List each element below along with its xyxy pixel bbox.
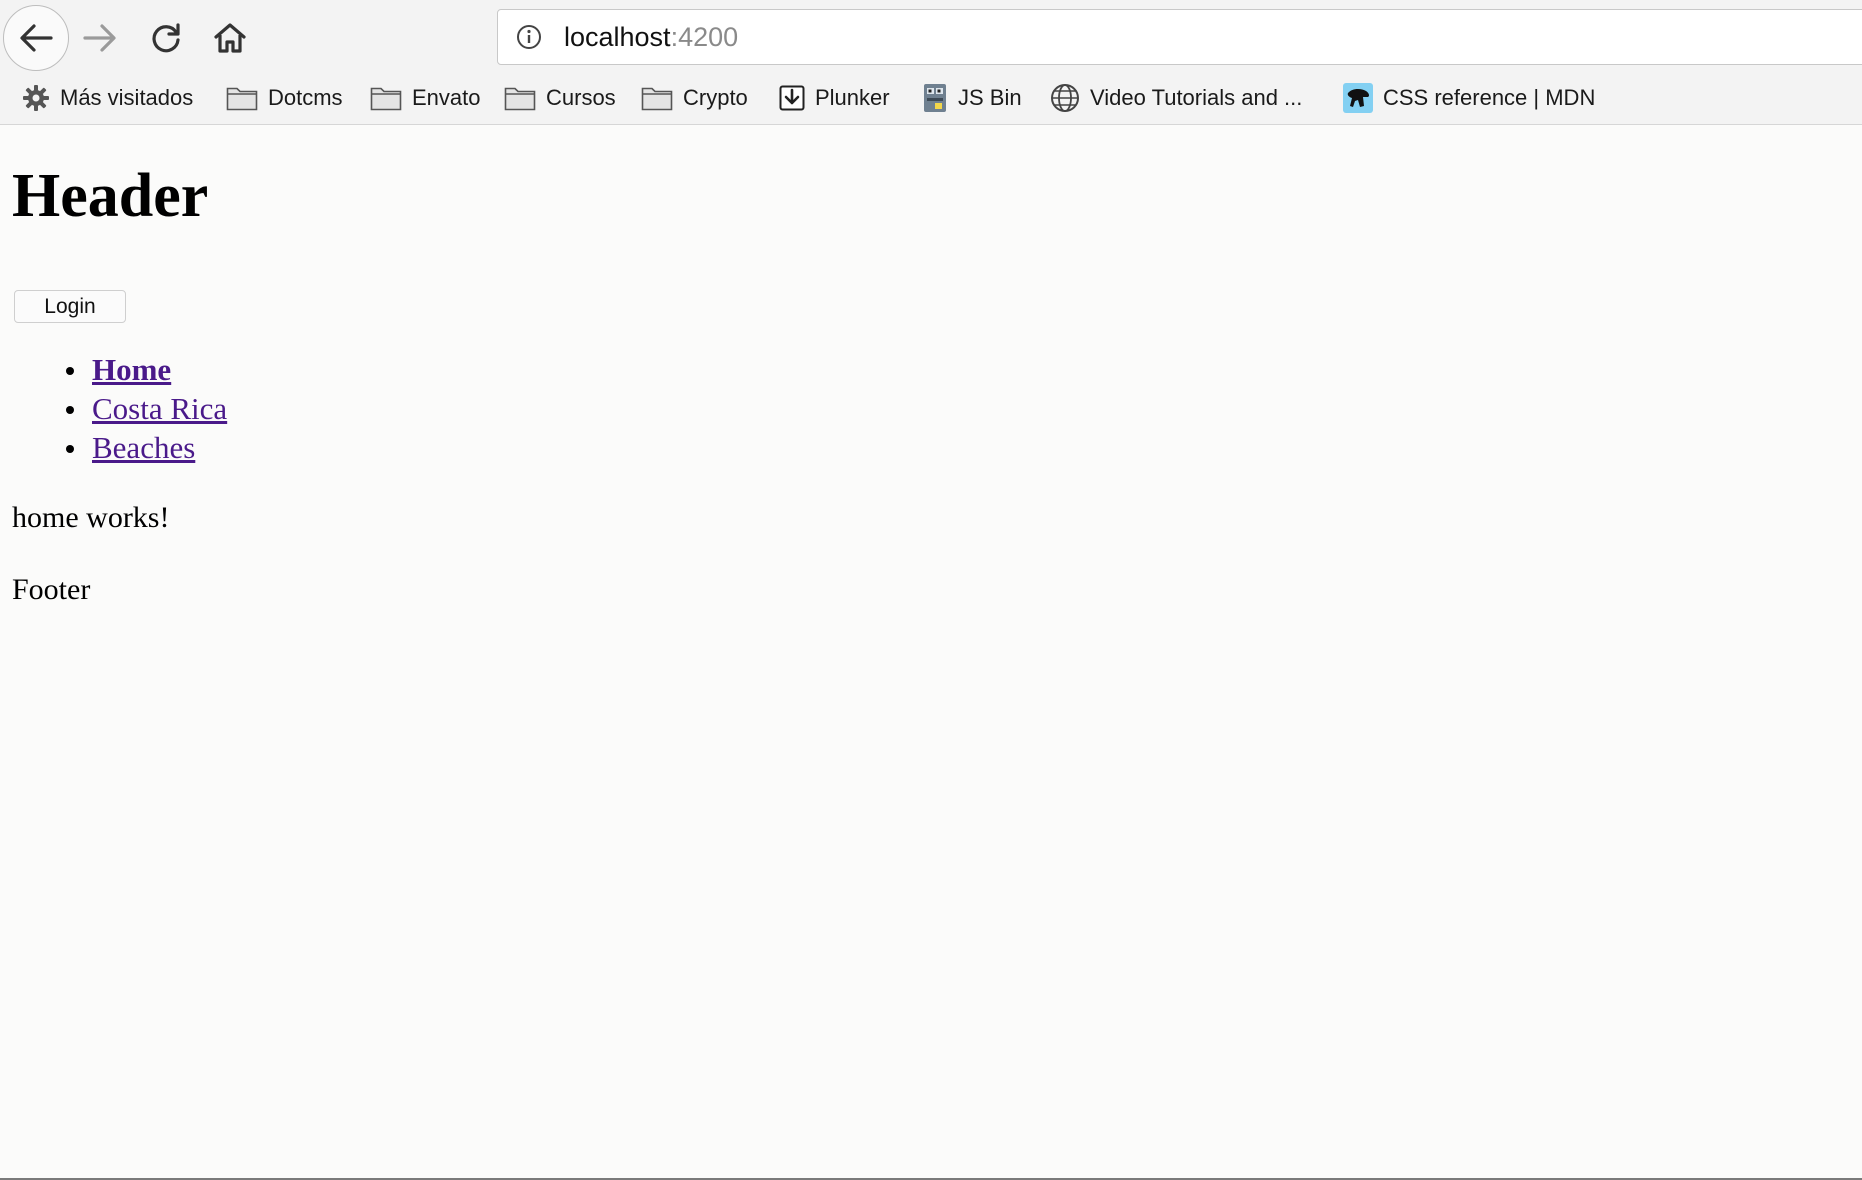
mdn-dino-icon	[1343, 83, 1373, 113]
bookmark-label: Envato	[412, 85, 481, 110]
nav-link-beaches[interactable]: Beaches	[92, 430, 195, 465]
bookmark-label: CSS reference | MDN	[1383, 85, 1596, 110]
page-footer: Footer	[12, 573, 91, 606]
nav-item-costa-rica: Costa Rica	[65, 389, 227, 428]
url-text: localhost:4200	[564, 22, 738, 53]
nav-list: Home Costa Rica Beaches	[65, 350, 227, 467]
bookmark-crypto[interactable]: Crypto	[641, 78, 748, 118]
arrow-right-icon	[83, 24, 116, 52]
home-button[interactable]	[202, 10, 258, 66]
home-content: home works!	[12, 501, 170, 534]
bookmark-video-tutorials[interactable]: Video Tutorials and ...	[1050, 78, 1302, 118]
bookmark-mas-visitados[interactable]: Más visitados	[22, 78, 193, 118]
url-port: :4200	[670, 22, 739, 52]
bookmark-css-reference-mdn[interactable]: CSS reference | MDN	[1343, 78, 1595, 118]
page-header: Header	[12, 162, 209, 230]
bookmark-envato[interactable]: Envato	[370, 78, 481, 118]
bookmark-label: Cursos	[546, 85, 616, 110]
globe-icon	[1051, 84, 1079, 112]
bookmark-jsbin[interactable]: JS Bin	[922, 78, 1022, 118]
download-box-icon	[779, 85, 805, 111]
url-host: localhost	[564, 22, 671, 52]
login-button[interactable]: Login	[14, 290, 126, 323]
home-icon	[214, 23, 246, 53]
folder-icon	[641, 87, 673, 111]
jsbin-icon	[924, 84, 946, 112]
bookmark-label: Más visitados	[60, 85, 194, 110]
folder-icon	[226, 87, 258, 111]
arrow-left-icon	[20, 24, 53, 52]
nav-link-home[interactable]: Home	[92, 352, 171, 387]
page-content: Header Login Home Costa Rica Beaches hom…	[0, 125, 1862, 1180]
bookmark-label: Dotcms	[268, 85, 343, 110]
bookmark-label: JS Bin	[958, 85, 1022, 110]
nav-link-costa-rica[interactable]: Costa Rica	[92, 391, 227, 426]
bookmark-cursos[interactable]: Cursos	[504, 78, 616, 118]
bookmarks-bar: Más visitados Dotcms Envato Cursos Crypt…	[0, 78, 1862, 118]
gear-icon	[23, 85, 49, 111]
bookmark-label: Crypto	[683, 85, 748, 110]
reload-button[interactable]	[138, 10, 194, 66]
folder-icon	[370, 87, 402, 111]
info-icon[interactable]	[516, 24, 542, 50]
forward-button[interactable]	[72, 10, 128, 66]
bookmark-plunker[interactable]: Plunker	[779, 78, 890, 118]
bookmark-label: Video Tutorials and ...	[1090, 85, 1303, 110]
address-bar[interactable]: localhost:4200	[497, 9, 1862, 65]
reload-icon	[152, 23, 180, 53]
bookmark-label: Plunker	[815, 85, 890, 110]
browser-toolbar: localhost:4200 Más visitados Dotcms Enva…	[0, 0, 1862, 125]
bookmark-dotcms[interactable]: Dotcms	[226, 78, 343, 118]
nav-item-home: Home	[65, 350, 227, 389]
nav-item-beaches: Beaches	[65, 428, 227, 467]
folder-icon	[504, 87, 536, 111]
back-button[interactable]	[3, 5, 69, 71]
